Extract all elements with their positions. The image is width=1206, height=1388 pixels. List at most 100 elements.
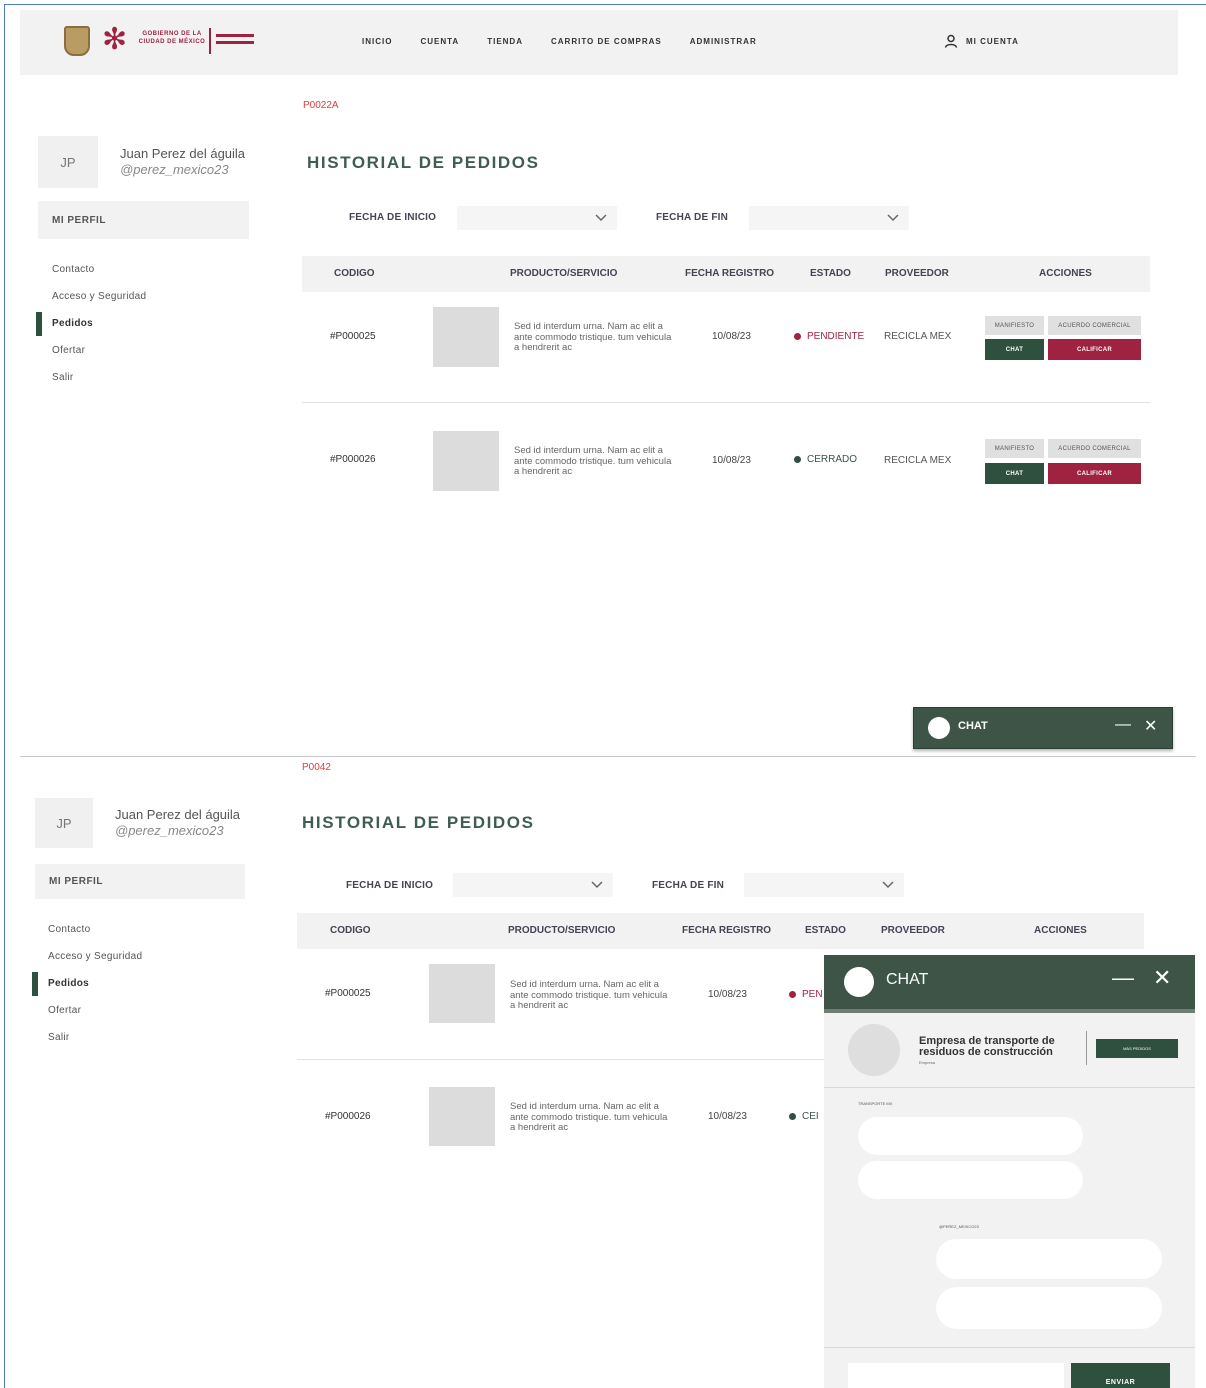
sidebar-item-ofertar[interactable]: Ofertar <box>34 997 234 1024</box>
provider-name: RECICLA MEX <box>884 455 952 466</box>
table-header: CODIGO PRODUCTO/SERVICIO FECHA REGISTRO … <box>302 256 1150 292</box>
start-date-label: FECHA DE INICIO <box>346 880 434 891</box>
user-icon <box>944 34 958 48</box>
column-header-acciones: ACCIONES <box>1039 268 1092 279</box>
coat-of-arms-logo[interactable] <box>64 26 90 56</box>
chat-message-input[interactable] <box>848 1363 1064 1388</box>
my-account-link[interactable]: MI CUENTA <box>944 34 1019 48</box>
order-date: 10/08/23 <box>712 455 751 466</box>
logo-divider <box>209 28 211 54</box>
secretaria-logo <box>216 34 254 44</box>
header-divider <box>1086 1031 1087 1065</box>
status-dot-icon <box>789 991 796 998</box>
nav-link-inicio[interactable]: INICIO <box>362 37 392 46</box>
page-title: HISTORIAL DE PEDIDOS <box>307 153 540 172</box>
row-divider <box>302 402 1150 403</box>
status-text: PEN <box>802 989 823 1000</box>
row-divider <box>297 1059 824 1060</box>
sidebar-item-salir[interactable]: Salir <box>38 364 238 391</box>
product-thumbnail <box>433 307 499 367</box>
order-code[interactable]: #P000026 <box>325 1111 371 1122</box>
send-button[interactable]: ENVIAR <box>1071 1363 1170 1388</box>
start-date-select[interactable] <box>453 873 613 897</box>
chat-button[interactable]: CHAT <box>985 463 1044 484</box>
frame-code: P0022A <box>303 100 339 111</box>
status-dot-icon <box>794 333 801 340</box>
rate-button[interactable]: CALIFICAR <box>1048 463 1141 484</box>
sidebar-item-contacto[interactable]: Contacto <box>34 916 234 943</box>
my-profile-button[interactable]: MI PERFIL <box>38 201 249 239</box>
minimize-icon[interactable]: — <box>1115 716 1131 734</box>
top-navigation-bar: ✻ GOBIERNO DE LA CIUDAD DE MÉXICO INICIO… <box>20 10 1178 75</box>
sender-label: TRANSPORTE MX <box>858 1101 893 1106</box>
column-header-fecha: FECHA REGISTRO <box>682 925 772 936</box>
product-description: Sed id interdum urna. Nam ac elit a ante… <box>510 979 668 1011</box>
column-header-proveedor: PROVEEDOR <box>885 268 949 279</box>
chat-button[interactable]: CHAT <box>985 339 1044 360</box>
chevron-down-icon <box>887 214 899 222</box>
user-name-block: Juan Perez del águila @perez_mexico23 <box>115 807 240 839</box>
my-account-label: MI CUENTA <box>966 36 1019 46</box>
chat-panel: CHAT — ✕ Empresa de transporte de residu… <box>824 955 1195 1388</box>
sidebar-item-ofertar[interactable]: Ofertar <box>38 337 238 364</box>
message-bubble-sent <box>936 1239 1162 1279</box>
nav-link-administrar[interactable]: ADMINISTRAR <box>690 37 757 46</box>
status-dot-icon <box>789 1113 796 1120</box>
chat-footer-divider <box>824 1347 1195 1348</box>
sidebar-item-pedidos[interactable]: Pedidos <box>32 970 234 997</box>
product-thumbnail <box>429 1087 495 1146</box>
frame-separator <box>20 756 1196 757</box>
manifest-button[interactable]: MANIFIESTO <box>985 439 1044 458</box>
chevron-down-icon <box>591 881 603 889</box>
user-handle: @perez_mexico23 <box>115 823 224 838</box>
end-date-select[interactable] <box>749 206 909 230</box>
logo-text: GOBIERNO DE LA CIUDAD DE MÉXICO <box>138 31 206 45</box>
order-code[interactable]: #P000025 <box>330 331 376 342</box>
order-code[interactable]: #P000025 <box>325 988 371 999</box>
start-date-select[interactable] <box>457 206 617 230</box>
status-text: CEI <box>802 1111 819 1122</box>
nav-links: INICIO CUENTA TIENDA CARRITO DE COMPRAS … <box>362 37 757 46</box>
avatar: JP <box>38 136 98 188</box>
company-subtitle: Empresa <box>919 1060 936 1065</box>
sidebar-item-contacto[interactable]: Contacto <box>38 256 238 283</box>
sidebar-item-acceso[interactable]: Acceso y Seguridad <box>38 283 238 310</box>
sidebar-item-pedidos[interactable]: Pedidos <box>36 310 238 337</box>
commercial-agreement-button[interactable]: ACUERDO COMERCIAL <box>1048 439 1141 458</box>
status-badge: CEI <box>789 1111 819 1122</box>
end-date-label: FECHA DE FIN <box>652 880 725 891</box>
contact-avatar <box>848 1024 900 1076</box>
sidebar-menu: Contacto Acceso y Seguridad Pedidos Ofer… <box>32 916 234 1051</box>
user-profile: JP Juan Perez del águila @perez_mexico23 <box>38 136 245 188</box>
cdmx-logo-icon[interactable]: ✻ <box>102 24 130 56</box>
nav-link-carrito[interactable]: CARRITO DE COMPRAS <box>551 37 662 46</box>
more-orders-button[interactable]: MÁS PEDIDOS <box>1096 1039 1178 1058</box>
message-bubble-received <box>858 1161 1083 1199</box>
chat-widget-collapsed[interactable]: CHAT — ✕ <box>913 707 1173 749</box>
end-date-select[interactable] <box>744 873 904 897</box>
close-icon[interactable]: ✕ <box>1144 716 1157 736</box>
minimize-icon[interactable]: — <box>1112 965 1134 991</box>
commercial-agreement-button[interactable]: ACUERDO COMERCIAL <box>1048 316 1141 335</box>
rate-button[interactable]: CALIFICAR <box>1048 339 1141 360</box>
order-date: 10/08/23 <box>712 331 751 342</box>
sidebar-item-acceso[interactable]: Acceso y Seguridad <box>34 943 234 970</box>
sidebar-item-salir[interactable]: Salir <box>34 1024 234 1051</box>
close-icon[interactable]: ✕ <box>1153 965 1171 991</box>
nav-link-tienda[interactable]: TIENDA <box>487 37 523 46</box>
column-header-proveedor: PROVEEDOR <box>881 925 945 936</box>
my-profile-button[interactable]: MI PERFIL <box>35 864 245 899</box>
avatar: JP <box>35 798 93 848</box>
order-code[interactable]: #P000026 <box>330 454 376 465</box>
manifest-button[interactable]: MANIFIESTO <box>985 316 1044 335</box>
chat-divider <box>824 1087 1195 1088</box>
chevron-down-icon <box>882 881 894 889</box>
status-text: PENDIENTE <box>807 331 865 342</box>
chat-avatar <box>928 717 950 739</box>
user-profile: JP Juan Perez del águila @perez_mexico23 <box>35 798 240 848</box>
order-date: 10/08/23 <box>708 1111 747 1122</box>
nav-link-cuenta[interactable]: CUENTA <box>420 37 459 46</box>
frame-code: P0042 <box>302 762 331 773</box>
product-description: Sed id interdum urna. Nam ac elit a ante… <box>510 1101 668 1133</box>
sender-label: @PEREZ_MEXICO23 <box>939 1224 979 1229</box>
